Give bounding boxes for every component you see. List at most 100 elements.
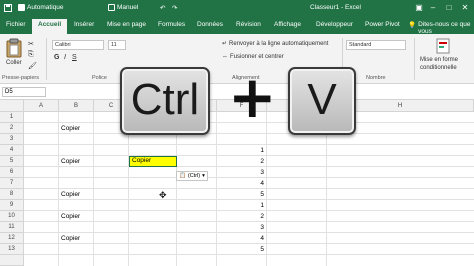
tab-inserer[interactable]: Insérer <box>74 21 94 28</box>
underline-icon[interactable]: S <box>72 54 77 61</box>
cell-g5[interactable]: 2 <box>234 156 264 167</box>
row-header-11[interactable]: 11 <box>0 222 24 233</box>
row-header-5[interactable]: 5 <box>0 156 24 167</box>
tab-donnees[interactable]: Données <box>197 21 223 28</box>
number-group-label: Nombre <box>366 75 386 81</box>
select-all-corner[interactable] <box>0 100 24 112</box>
merge-center-button[interactable]: ⇔ Fusionner et centrer <box>222 54 284 60</box>
cell-b12[interactable]: Copier <box>61 233 80 244</box>
gridline <box>326 112 327 266</box>
manual-checkbox[interactable]: Manuel <box>108 4 138 11</box>
cell-d5-value: Copier <box>132 157 152 164</box>
row-header-8[interactable]: 8 <box>0 189 24 200</box>
format-painter-icon[interactable]: 🖌 <box>28 62 37 70</box>
undo-icon[interactable]: ↶ <box>160 4 165 12</box>
gridline <box>93 112 94 266</box>
number-format-dropdown[interactable]: Standard <box>346 40 406 50</box>
clipboard-icon: 📋 <box>179 173 186 179</box>
wrap-text-label: Renvoyer à la ligne automatiquement <box>229 40 329 47</box>
gridline <box>266 112 267 266</box>
row-header-1[interactable]: 1 <box>0 112 24 123</box>
redo-icon[interactable]: ↷ <box>172 4 177 12</box>
paste-options-button[interactable]: 📋 (Ctrl) ▾ <box>176 171 208 181</box>
maximize-icon[interactable]: □ <box>442 2 456 14</box>
row-header-4[interactable]: 4 <box>0 145 24 156</box>
tab-affichage[interactable]: Affichage <box>274 21 301 28</box>
move-cursor-icon: ✥ <box>159 190 167 200</box>
group-separator <box>46 38 47 80</box>
cell-g10[interactable]: 2 <box>234 211 264 222</box>
tab-fichier[interactable]: Fichier <box>6 21 26 28</box>
cell-b8[interactable]: Copier <box>61 189 80 200</box>
cut-icon[interactable]: ✂ <box>28 40 34 48</box>
cell-b5[interactable]: Copier <box>61 156 80 167</box>
name-box-value: D5 <box>5 89 13 95</box>
lightbulb-icon: 💡 <box>408 22 417 29</box>
font-name-value: Calibri <box>55 42 71 48</box>
ribbon-display-icon[interactable]: ▣ <box>412 2 426 14</box>
cell-g8[interactable]: 5 <box>234 189 264 200</box>
tell-me-box[interactable]: 💡 Dites-nous ce que vous <box>408 21 474 35</box>
cell-g7[interactable]: 4 <box>234 178 264 189</box>
manual-label: Manuel <box>117 4 139 11</box>
title-bar: Automatique Manuel ↶ ↷ Classeur1 - Excel… <box>0 0 474 17</box>
cell-g11[interactable]: 3 <box>234 222 264 233</box>
tab-mise-en-page[interactable]: Mise en page <box>107 21 146 28</box>
tab-developpeur[interactable]: Développeur <box>316 21 353 28</box>
cell-b2[interactable]: Copier <box>61 123 80 134</box>
bold-icon[interactable]: G <box>54 54 59 61</box>
autosave-checkbox[interactable]: Automatique <box>18 4 64 11</box>
row-header-3[interactable]: 3 <box>0 134 24 145</box>
row-header-2[interactable]: 2 <box>0 123 24 134</box>
v-key: V <box>288 67 356 135</box>
copy-icon[interactable]: ⎘ <box>28 51 34 59</box>
column-header-b[interactable]: B <box>59 100 94 112</box>
minimize-icon[interactable]: – <box>426 2 440 14</box>
cell-g12[interactable]: 4 <box>234 233 264 244</box>
tab-revision[interactable]: Révision <box>236 21 261 28</box>
column-header-a[interactable]: A <box>24 100 59 112</box>
conditional-format-label-1[interactable]: Mise en forme <box>420 57 458 63</box>
tab-formules[interactable]: Formules <box>158 21 185 28</box>
row-header-6[interactable]: 6 <box>0 167 24 178</box>
chevron-down-icon: ▾ <box>202 173 205 179</box>
cell-g9[interactable]: 1 <box>234 200 264 211</box>
conditional-format-icon[interactable] <box>436 38 450 54</box>
cell-d5-selected[interactable]: Copier <box>129 156 177 167</box>
row-header-7[interactable]: 7 <box>0 178 24 189</box>
plus-sign: + <box>228 63 277 131</box>
close-icon[interactable]: ✕ <box>458 2 472 14</box>
paste-options-label: (Ctrl) <box>187 173 201 179</box>
font-size-dropdown[interactable]: 11 <box>108 40 126 50</box>
cell-b10[interactable]: Copier <box>61 211 80 222</box>
wrap-text-icon: ↵ <box>222 41 228 47</box>
cell-g13[interactable]: 5 <box>234 244 264 255</box>
save-icon[interactable] <box>4 4 12 12</box>
row-header-10[interactable]: 10 <box>0 211 24 222</box>
row-header-12[interactable]: 12 <box>0 233 24 244</box>
tell-me-label: Dites-nous ce que vous <box>418 21 471 35</box>
italic-icon[interactable]: I <box>64 54 66 61</box>
number-format-value: Standard <box>349 42 372 48</box>
name-box[interactable]: D5 <box>2 87 46 97</box>
wrap-text-button[interactable]: ↵ Renvoyer à la ligne automatiquement <box>222 40 329 48</box>
gridline <box>24 133 474 134</box>
row-header-13[interactable]: 13 <box>0 244 24 255</box>
cell-g6[interactable]: 3 <box>234 167 264 178</box>
merge-icon: ⇔ <box>222 54 228 60</box>
ribbon-tabs: Fichier Accueil Insérer Mise en page For… <box>0 17 474 35</box>
row-header-14[interactable] <box>0 255 24 266</box>
row-header-9[interactable]: 9 <box>0 200 24 211</box>
conditional-format-label-2[interactable]: conditionnelle <box>420 65 457 71</box>
gridline <box>128 112 129 266</box>
tab-accueil[interactable]: Accueil <box>32 19 68 34</box>
font-name-dropdown[interactable]: Calibri <box>52 40 104 50</box>
gridline <box>216 112 217 266</box>
gridline <box>176 112 177 266</box>
checkbox-empty-icon <box>108 4 115 11</box>
paste-icon[interactable] <box>6 38 22 58</box>
cell-g4[interactable]: 1 <box>234 145 264 156</box>
tab-power-pivot[interactable]: Power Pivot <box>365 21 400 28</box>
group-separator <box>414 38 415 80</box>
paste-label[interactable]: Coller <box>6 60 22 66</box>
